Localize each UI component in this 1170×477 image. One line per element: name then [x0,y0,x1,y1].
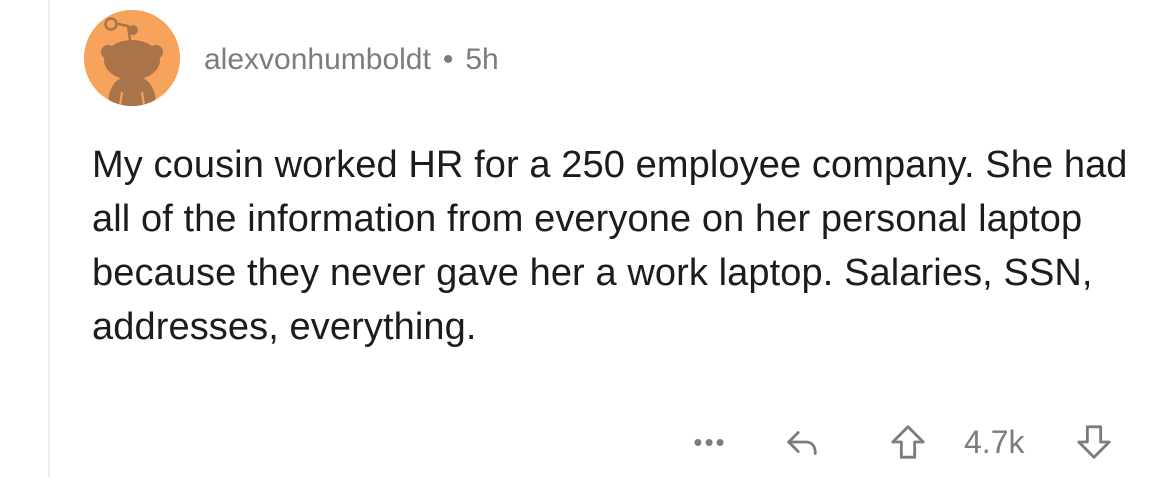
thread-line[interactable] [48,0,50,477]
downvote-arrow-icon [1077,425,1111,459]
downvote-button[interactable] [1070,420,1118,464]
comment-meta: alexvonhumboldt • 5h [204,40,499,80]
upvote-arrow-icon [891,425,925,459]
reply-icon [787,431,817,455]
meta-separator: • [442,43,454,76]
upvote-button[interactable] [884,420,932,464]
snoo-avatar-icon [84,10,180,106]
more-options-label: ••• [693,426,727,457]
reply-button[interactable] [778,420,826,464]
author-username[interactable]: alexvonhumboldt [204,43,431,76]
comment-timestamp[interactable]: 5h [465,43,498,76]
comment-text: My cousin worked HR for a 250 employee c… [92,144,1128,348]
comment-actions: ••• 4.7k [0,420,1170,464]
vote-score: 4.7k [964,424,1025,460]
user-avatar[interactable] [84,10,180,106]
more-options-button[interactable]: ••• [680,420,740,464]
